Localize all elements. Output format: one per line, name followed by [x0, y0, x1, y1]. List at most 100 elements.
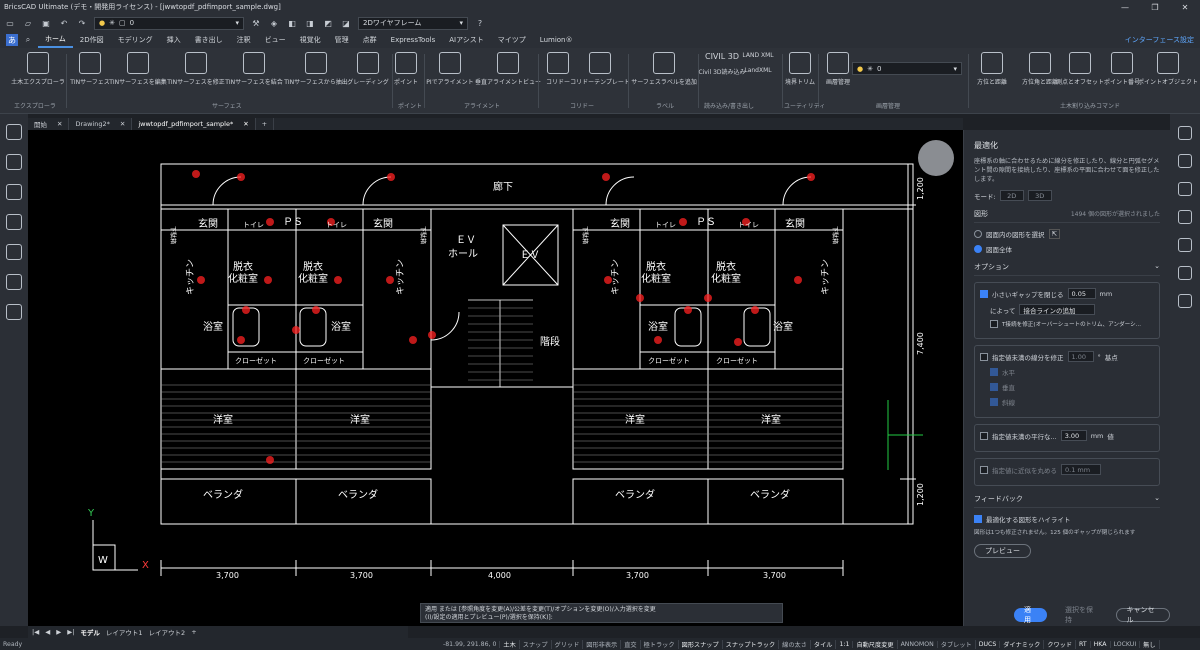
cube4-icon[interactable]: ◪: [340, 17, 352, 29]
section-options[interactable]: オプション ⌄: [974, 262, 1160, 276]
point-object-button[interactable]: ポイントオブジェクト: [1138, 52, 1198, 86]
civil-explorer-button[interactable]: 土木エクスプローラ: [8, 52, 68, 86]
status-hka[interactable]: HKA: [1091, 640, 1111, 648]
gap-value-input[interactable]: 0.05: [1067, 288, 1096, 299]
help-icon[interactable]: ?: [474, 17, 486, 29]
status-annomon[interactable]: ANNOMON: [898, 640, 938, 648]
oblique-checkbox[interactable]: [990, 398, 998, 406]
undo-icon[interactable]: ↶: [58, 17, 70, 29]
close-icon[interactable]: ✕: [57, 120, 62, 128]
status-autoscale[interactable]: 自動尺度変更: [853, 639, 898, 649]
parallel-checkbox[interactable]: [980, 431, 988, 440]
folder-icon[interactable]: [6, 304, 22, 320]
drawing-explorer-icon[interactable]: [6, 154, 22, 170]
prev-tab-icon[interactable]: ◀: [45, 628, 50, 636]
tab-layout1[interactable]: レイアウト1: [106, 627, 143, 637]
tab-annotate[interactable]: 注釈: [230, 32, 258, 48]
optimize-icon[interactable]: [1178, 294, 1192, 308]
section-shape[interactable]: 図形 1494 個の図形が選択されました: [974, 209, 1160, 223]
close-button[interactable]: ✕: [1170, 3, 1200, 12]
status-ortho[interactable]: 直交: [621, 639, 641, 649]
add-layout-icon[interactable]: +: [191, 628, 196, 636]
first-tab-icon[interactable]: |◀: [32, 628, 39, 636]
close-icon[interactable]: ✕: [120, 120, 125, 128]
tin-edit-button[interactable]: TINサーフェスを編集: [108, 52, 168, 86]
tab-home[interactable]: ホーム: [38, 32, 73, 48]
minimize-button[interactable]: —: [1110, 3, 1140, 12]
status-civil[interactable]: 土木: [500, 639, 520, 649]
status-tile[interactable]: タイル: [811, 639, 837, 649]
section-feedback[interactable]: フィードバック ⌄: [974, 494, 1160, 508]
approx-value-select[interactable]: 0.1 mm: [1061, 464, 1101, 475]
by-method-select[interactable]: 接合ラインの追加: [1019, 304, 1096, 315]
maximize-button[interactable]: ❐: [1140, 3, 1170, 12]
horizontal-checkbox[interactable]: [990, 368, 998, 376]
status-strack[interactable]: スナップトラック: [723, 639, 780, 649]
tin-extract-button[interactable]: TINサーフェスから抽出: [284, 52, 348, 86]
status-grid[interactable]: グリッド: [552, 639, 584, 649]
status-ducs[interactable]: DUCS: [976, 640, 1001, 648]
approx-checkbox[interactable]: [980, 465, 988, 474]
star-icon[interactable]: [1178, 266, 1192, 280]
tab-manage[interactable]: 管理: [328, 32, 356, 48]
fix-lines-checkbox[interactable]: [980, 352, 988, 361]
status-lockui[interactable]: LOCKUI: [1111, 640, 1141, 648]
parallel-value-input[interactable]: 3.00: [1060, 430, 1087, 441]
preview-button[interactable]: プレビュー: [974, 544, 1031, 558]
close-gaps-checkbox[interactable]: [980, 289, 988, 298]
grid-icon[interactable]: [1178, 238, 1192, 252]
command-line[interactable]: 適用 または [参照角度を変更(A)/公差を変更(T)/オプションを変更(O)/…: [420, 603, 783, 623]
vertical-checkbox[interactable]: [990, 383, 998, 391]
radio-all[interactable]: [974, 245, 982, 253]
status-none[interactable]: 無し: [1140, 639, 1160, 649]
cube2-icon[interactable]: ◨: [304, 17, 316, 29]
redo-icon[interactable]: ↷: [76, 17, 88, 29]
visual-style-dropdown[interactable]: 2Dワイヤフレーム ▾: [358, 16, 468, 30]
app-menu-icon[interactable]: あ: [6, 34, 18, 46]
status-rt[interactable]: RT: [1076, 640, 1091, 648]
cube3-icon[interactable]: ◩: [322, 17, 334, 29]
drawing-canvas[interactable]: X Y W 廊下 ＥＶ ホール ＥＶ 階段 玄関 玄関 玄関 玄関 ＰＳ ＰＳ …: [28, 130, 963, 626]
save-icon[interactable]: ▣: [40, 17, 52, 29]
tab-mytips[interactable]: マイツプ: [491, 32, 533, 48]
match-props-icon[interactable]: ⚒: [250, 17, 262, 29]
tab-view[interactable]: ビュー: [258, 32, 293, 48]
radio-in-shape[interactable]: [974, 230, 982, 238]
sliders-icon[interactable]: [1178, 154, 1192, 168]
close-icon[interactable]: ✕: [243, 120, 248, 128]
layer-tool-icon[interactable]: ◈: [268, 17, 280, 29]
tab-export[interactable]: 書き出し: [188, 32, 230, 48]
doctab-drawing2[interactable]: Drawing2* ✕: [69, 118, 133, 130]
t-fix-checkbox[interactable]: [990, 320, 998, 328]
pi-alignment-button[interactable]: PIでアライメント: [420, 52, 480, 86]
keep-selection-button[interactable]: 選択を保持: [1055, 606, 1108, 624]
new-file-icon[interactable]: ▭: [4, 17, 16, 29]
tab-layout2[interactable]: レイアウト2: [149, 627, 186, 637]
next-tab-icon[interactable]: ▶: [56, 628, 61, 636]
layer-dropdown[interactable]: ● ✳ ▢ 0 ▾: [94, 16, 244, 30]
new-tab-button[interactable]: +: [256, 118, 275, 130]
tab-pointcloud[interactable]: 点群: [356, 32, 384, 48]
status-tablet[interactable]: タブレット: [938, 639, 976, 649]
doctab-jwwtopdf[interactable]: jwwtopdf_pdfimport_sample* ✕: [132, 118, 256, 130]
tin-modify-button[interactable]: TINサーフェスを修正: [166, 52, 226, 86]
status-scale[interactable]: 1:1: [836, 640, 854, 648]
status-hide[interactable]: 図形非表示: [583, 639, 622, 649]
cube-icon[interactable]: ◧: [286, 17, 298, 29]
status-dyn[interactable]: ダイナミック: [1000, 639, 1045, 649]
cancel-button[interactable]: キャンセル: [1115, 606, 1170, 624]
status-lweight[interactable]: 線の太さ: [779, 639, 811, 649]
corridor-template-button[interactable]: コリドーテンプレート: [570, 52, 630, 86]
tab-model[interactable]: モデル: [80, 627, 100, 637]
balloon-icon[interactable]: [1178, 210, 1192, 224]
tin-merge-button[interactable]: TINサーフェスを結合: [224, 52, 284, 86]
tab-expresstools[interactable]: ExpressTools: [384, 32, 443, 48]
surface-label-button[interactable]: サーフェスラベルを追加: [631, 52, 697, 86]
open-file-icon[interactable]: ▱: [22, 17, 34, 29]
doctab-start[interactable]: 開始 ✕: [28, 118, 70, 130]
properties-icon[interactable]: [1178, 126, 1192, 140]
select-cursor-icon[interactable]: ⇱: [1048, 229, 1060, 239]
lightbulb-icon[interactable]: [6, 124, 22, 140]
apply-button[interactable]: 適用: [1014, 606, 1047, 624]
docs-icon[interactable]: [1178, 182, 1192, 196]
